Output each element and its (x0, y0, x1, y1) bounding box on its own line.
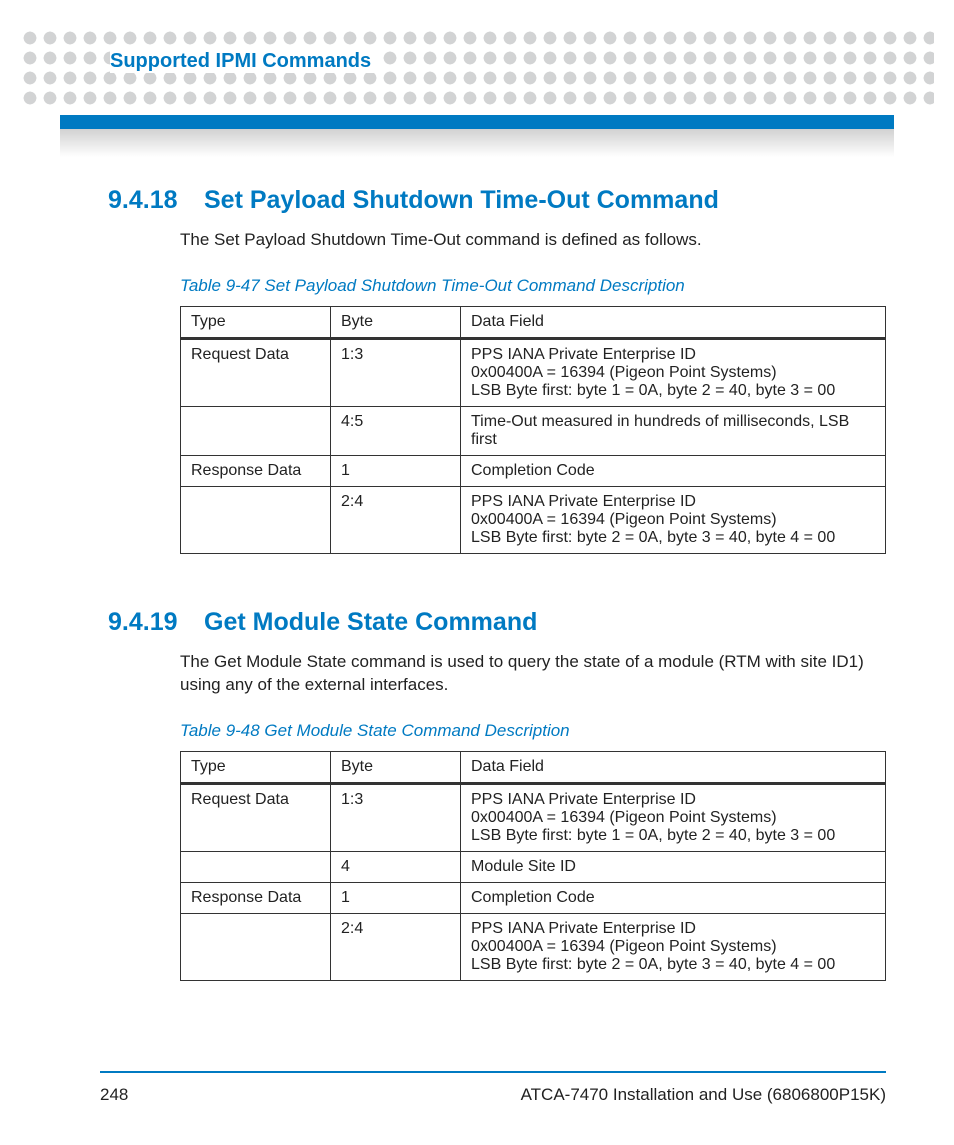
table-row: 2:4 PPS IANA Private Enterprise ID0x0040… (181, 486, 886, 553)
section-paragraph: The Set Payload Shutdown Time-Out comman… (180, 229, 886, 252)
cell-data: Module Site ID (461, 851, 886, 882)
footer-rule (100, 1071, 886, 1073)
header-blue-bar (60, 115, 894, 129)
cell-data: PPS IANA Private Enterprise ID0x00400A =… (461, 338, 886, 406)
cell-byte: 2:4 (331, 913, 461, 980)
cell-type: Request Data (181, 338, 331, 406)
table-caption: Table 9-47 Set Payload Shutdown Time-Out… (180, 276, 886, 296)
cell-data: PPS IANA Private Enterprise ID0x00400A =… (461, 783, 886, 851)
col-data: Data Field (461, 306, 886, 338)
cell-type: Response Data (181, 882, 331, 913)
cell-data: Completion Code (461, 882, 886, 913)
cell-byte: 1:3 (331, 783, 461, 851)
section-heading: 9.4.18 Set Payload Shutdown Time-Out Com… (108, 186, 886, 215)
section-number: 9.4.19 (108, 608, 180, 637)
table-row: Response Data 1 Completion Code (181, 455, 886, 486)
cell-data: Completion Code (461, 455, 886, 486)
cell-type (181, 406, 331, 455)
cell-data: PPS IANA Private Enterprise ID0x00400A =… (461, 486, 886, 553)
cell-type (181, 913, 331, 980)
col-data: Data Field (461, 751, 886, 783)
cell-data: PPS IANA Private Enterprise ID0x00400A =… (461, 913, 886, 980)
command-table: Type Byte Data Field Request Data 1:3 PP… (180, 306, 886, 554)
cell-byte: 4:5 (331, 406, 461, 455)
section-title: Get Module State Command (204, 608, 537, 637)
section-number: 9.4.18 (108, 186, 180, 215)
cell-byte: 4 (331, 851, 461, 882)
table-row: 4:5 Time-Out measured in hundreds of mil… (181, 406, 886, 455)
table-header-row: Type Byte Data Field (181, 751, 886, 783)
table-header-row: Type Byte Data Field (181, 306, 886, 338)
col-byte: Byte (331, 751, 461, 783)
table-caption: Table 9-48 Get Module State Command Desc… (180, 721, 886, 741)
cell-type: Request Data (181, 783, 331, 851)
chapter-title: Supported IPMI Commands (110, 50, 377, 73)
col-byte: Byte (331, 306, 461, 338)
cell-type (181, 486, 331, 553)
cell-byte: 2:4 (331, 486, 461, 553)
section-paragraph: The Get Module State command is used to … (180, 651, 886, 697)
col-type: Type (181, 306, 331, 338)
table-row: Request Data 1:3 PPS IANA Private Enterp… (181, 783, 886, 851)
table-row: 4 Module Site ID (181, 851, 886, 882)
table-row: Response Data 1 Completion Code (181, 882, 886, 913)
page-number: 248 (100, 1085, 128, 1105)
doc-title: ATCA-7470 Installation and Use (6806800P… (521, 1085, 886, 1105)
page-footer: 248 ATCA-7470 Installation and Use (6806… (100, 1085, 886, 1105)
cell-data: Time-Out measured in hundreds of millise… (461, 406, 886, 455)
table-row: 2:4 PPS IANA Private Enterprise ID0x0040… (181, 913, 886, 980)
section-title: Set Payload Shutdown Time-Out Command (204, 186, 719, 215)
cell-type (181, 851, 331, 882)
col-type: Type (181, 751, 331, 783)
cell-byte: 1 (331, 882, 461, 913)
cell-byte: 1 (331, 455, 461, 486)
page-content: 9.4.18 Set Payload Shutdown Time-Out Com… (108, 180, 886, 1035)
header-shadow (60, 129, 894, 157)
section-heading: 9.4.19 Get Module State Command (108, 608, 886, 637)
cell-byte: 1:3 (331, 338, 461, 406)
command-table: Type Byte Data Field Request Data 1:3 PP… (180, 751, 886, 981)
cell-type: Response Data (181, 455, 331, 486)
table-row: Request Data 1:3 PPS IANA Private Enterp… (181, 338, 886, 406)
